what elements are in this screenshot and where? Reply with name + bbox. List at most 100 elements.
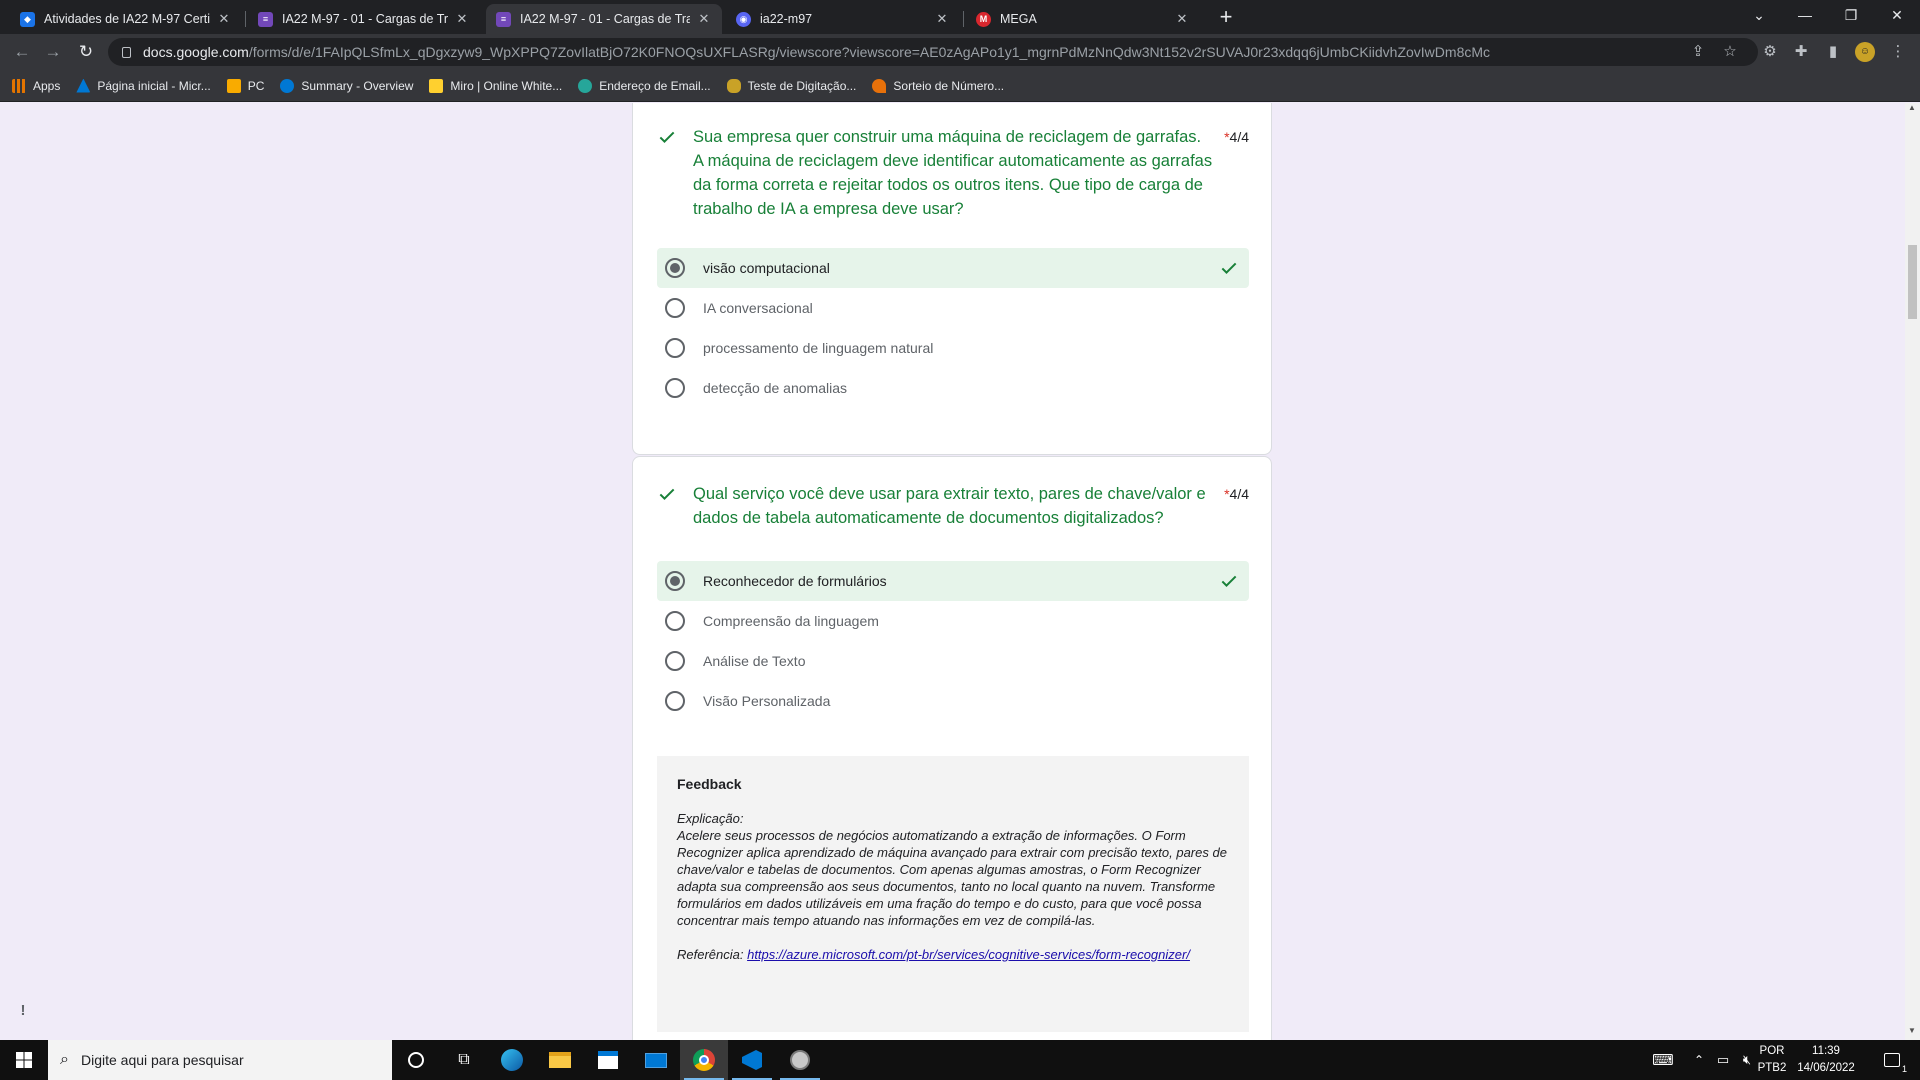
option-label: processamento de linguagem natural <box>703 340 934 356</box>
scrollbar-thumb[interactable] <box>1908 245 1917 319</box>
clock-date: 14/06/2022 <box>1797 1062 1855 1074</box>
feedback-title: Feedback <box>677 776 742 792</box>
classroom-icon: ◆ <box>20 11 35 27</box>
feedback-explanation-label: Explicação: <box>677 811 744 826</box>
bookmark-star-icon[interactable]: ☆ <box>1720 42 1740 62</box>
bookmark-typing[interactable]: Teste de Digitação... <box>726 78 856 93</box>
option: detecção de anomalias <box>657 368 1249 408</box>
bookmark-pc[interactable]: PC <box>226 78 265 93</box>
bookmark-label: PC <box>247 78 265 93</box>
bookmark-email[interactable]: Endereço de Email... <box>578 78 711 93</box>
reload-button[interactable]: ↻ <box>74 40 98 64</box>
notification-count: 1 <box>1901 1064 1907 1074</box>
bookmark-sorteio[interactable]: Sorteio de Número... <box>872 78 1005 93</box>
report-problem-icon[interactable]: ! <box>12 1000 34 1022</box>
email-temp-icon <box>578 78 593 93</box>
back-button[interactable]: ← <box>10 40 34 64</box>
side-panel-icon[interactable]: ▮ <box>1823 42 1843 62</box>
cortana-icon[interactable] <box>392 1040 440 1080</box>
store-icon[interactable] <box>584 1040 632 1080</box>
option: Análise de Texto <box>657 641 1249 681</box>
azure-icon <box>76 78 91 93</box>
menu-kebab-icon[interactable]: ⋮ <box>1888 42 1908 62</box>
extension-gear-icon[interactable]: ⚙ <box>1760 42 1780 62</box>
close-tab-icon[interactable]: ✕ <box>934 11 950 27</box>
option: Compreensão da linguagem <box>657 601 1249 641</box>
forward-button[interactable]: → <box>41 40 65 64</box>
keyboard-icon[interactable]: ⌨ <box>1648 1040 1678 1080</box>
question-text: Sua empresa quer construir uma máquina d… <box>693 128 1213 218</box>
option-correct: Reconhecedor de formulários <box>657 561 1249 601</box>
bookmark-label: Apps <box>33 78 61 93</box>
tab-forms-2-active[interactable]: ≡ IA22 M-97 - 01 - Cargas de Trab ✕ <box>486 4 722 34</box>
radio-unselected <box>665 298 685 318</box>
radio-unselected <box>665 378 685 398</box>
points-value: 4/4 <box>1229 129 1249 145</box>
question-header: Qual serviço você deve usar para extrair… <box>657 482 1249 532</box>
lock-icon <box>122 46 131 58</box>
radio-unselected <box>665 338 685 358</box>
reference-link[interactable]: https://azure.microsoft.com/pt-br/servic… <box>747 947 1190 962</box>
windows-taskbar: ⌕ Digite aqui para pesquisar ⧉ ⌨ ⌃ ▭ 🔇︎ … <box>0 1040 1920 1080</box>
tab-title: MEGA <box>1000 12 1037 26</box>
close-tab-icon[interactable]: ✕ <box>696 11 712 27</box>
option-label: Análise de Texto <box>703 653 806 669</box>
scroll-down-arrow-icon[interactable]: ▼ <box>1908 1026 1917 1038</box>
address-bar[interactable]: docs.google.com/forms/d/e/1FAIpQLSfmLx_q… <box>108 38 1758 66</box>
edge-icon[interactable] <box>488 1040 536 1080</box>
bookmark-miro[interactable]: Miro | Online White... <box>429 78 563 93</box>
windows-logo-icon <box>16 1052 32 1068</box>
new-tab-button[interactable]: + <box>1213 5 1239 31</box>
close-tab-icon[interactable]: ✕ <box>454 11 470 27</box>
option-label: Compreensão da linguagem <box>703 613 879 629</box>
notifications-icon[interactable]: 1 <box>1874 1040 1910 1080</box>
bookmark-label: Summary - Overview <box>301 78 414 93</box>
bookmark-azure[interactable]: Página inicial - Micr... <box>76 78 211 93</box>
taskbar-search[interactable]: ⌕ Digite aqui para pesquisar <box>48 1040 392 1080</box>
page-scrollbar[interactable] <box>1905 103 1920 1040</box>
feedback-explanation: Acelere seus processos de negócios autom… <box>677 828 1227 928</box>
tab-mega[interactable]: M MEGA ✕ <box>966 4 1200 34</box>
option-label: Visão Personalizada <box>703 693 831 709</box>
tab-forms-1[interactable]: ≡ IA22 M-97 - 01 - Cargas de Trab ✕ <box>248 4 480 34</box>
discord-icon: ◉ <box>736 11 751 27</box>
network-icon[interactable]: ▭ <box>1712 1040 1734 1080</box>
profile-avatar[interactable]: ☺ <box>1855 42 1875 62</box>
bookmark-summary[interactable]: Summary - Overview <box>280 78 414 93</box>
bookmark-apps[interactable]: Apps <box>12 78 61 93</box>
close-window-button[interactable]: ✕ <box>1874 0 1920 30</box>
typing-test-icon <box>726 78 741 93</box>
file-explorer-icon[interactable] <box>536 1040 584 1080</box>
minimize-button[interactable]: — <box>1782 0 1828 30</box>
option-correct: visão computacional <box>657 248 1249 288</box>
close-tab-icon[interactable]: ✕ <box>1174 11 1190 27</box>
start-button[interactable] <box>0 1040 48 1080</box>
bookmark-label: Sorteio de Número... <box>893 78 1005 93</box>
form-page[interactable]: Sua empresa quer construir uma máquina d… <box>0 103 1920 1040</box>
bookmark-label: Página inicial - Micr... <box>97 78 211 93</box>
question-card-1: Sua empresa quer construir uma máquina d… <box>632 103 1272 455</box>
mail-icon[interactable] <box>632 1040 680 1080</box>
tab-atividades[interactable]: ◆ Atividades de IA22 M-97 Certific ✕ <box>10 4 242 34</box>
tab-search-chevron-icon[interactable]: ⌄ <box>1736 0 1782 30</box>
devops-icon <box>280 78 295 93</box>
radio-selected <box>665 571 685 591</box>
tab-discord[interactable]: ◉ ia22-m97 ✕ <box>726 4 960 34</box>
tray-chevron-up-icon[interactable]: ⌃ <box>1688 1040 1710 1080</box>
extensions-puzzle-icon[interactable]: ✚ <box>1791 42 1811 62</box>
bookmark-label: Endereço de Email... <box>599 78 711 93</box>
scroll-up-arrow-icon[interactable]: ▲ <box>1908 103 1917 115</box>
forms-icon: ≡ <box>258 11 273 27</box>
close-tab-icon[interactable]: ✕ <box>216 11 232 27</box>
task-view-icon[interactable]: ⧉ <box>440 1040 488 1080</box>
taskbar-clock[interactable]: 11:39 14/06/2022 <box>1790 1043 1862 1077</box>
correct-check-icon <box>1221 262 1237 274</box>
share-icon[interactable]: ⇪ <box>1688 42 1708 62</box>
restore-button[interactable]: ❐ <box>1828 0 1874 30</box>
chrome-icon[interactable] <box>680 1040 728 1080</box>
vscode-icon[interactable] <box>728 1040 776 1080</box>
feedback-box: Feedback Explicação: Acelere seus proces… <box>657 756 1249 1032</box>
bookmark-label: Miro | Online White... <box>450 78 563 93</box>
pinned-app-icon[interactable] <box>776 1040 824 1080</box>
input-language[interactable]: POR PTB2 <box>1754 1043 1790 1077</box>
